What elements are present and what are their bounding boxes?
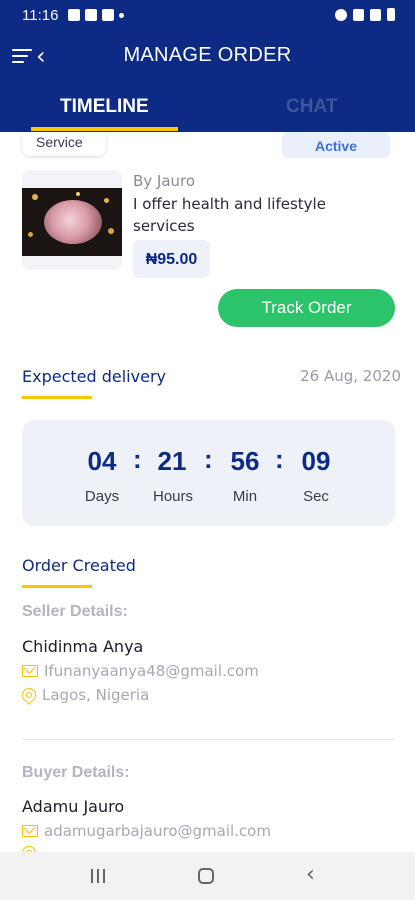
tab-bar: TIMELINE CHAT bbox=[0, 82, 415, 132]
countdown-separator: : bbox=[275, 444, 284, 474]
teams-icon bbox=[85, 9, 97, 21]
countdown-timer: 04 : 21 : 56 : 09 Days Hours Min Sec bbox=[22, 420, 395, 526]
status-badge: Active bbox=[282, 132, 390, 158]
page-title: MANAGE ORDER bbox=[123, 44, 292, 66]
location-pin-icon bbox=[19, 843, 39, 852]
mail-icon bbox=[22, 665, 38, 677]
active-tab-indicator bbox=[31, 127, 178, 131]
app-bar: ‹ MANAGE ORDER bbox=[0, 32, 415, 82]
battery-icon bbox=[387, 8, 395, 21]
seller-byline: By Jauro bbox=[133, 172, 196, 190]
service-description: I offer health and lifestyle services bbox=[133, 195, 326, 235]
service-thumbnail-card bbox=[22, 170, 122, 270]
recents-icon[interactable] bbox=[91, 869, 105, 883]
countdown-min-value: 56 bbox=[230, 446, 260, 476]
price-tag: ₦95.00 bbox=[133, 240, 210, 278]
location-pin-icon bbox=[19, 685, 39, 705]
countdown-separator: : bbox=[204, 444, 213, 474]
alarm-icon bbox=[335, 8, 347, 21]
divider bbox=[22, 739, 395, 740]
nav-back-icon[interactable]: ‹ bbox=[306, 864, 315, 886]
expected-delivery-heading: Expected delivery bbox=[22, 367, 166, 386]
delivery-date: 26 Aug, 2020 bbox=[300, 367, 401, 385]
countdown-separator: : bbox=[133, 444, 142, 474]
countdown-days-value: 04 bbox=[87, 446, 117, 476]
seller-details-heading: Seller Details: bbox=[22, 603, 128, 620]
system-icons bbox=[335, 8, 395, 21]
signal-icon bbox=[370, 8, 381, 21]
notification-icons bbox=[68, 9, 124, 21]
buyer-email-row: adamugarbajauro@gmail.com bbox=[22, 822, 271, 840]
seller-name: Chidinma Anya bbox=[22, 637, 144, 656]
countdown-sec-label: Sec bbox=[303, 488, 329, 505]
status-time: 11:16 bbox=[22, 7, 59, 24]
gallery-icon bbox=[68, 9, 80, 21]
buyer-name: Adamu Jauro bbox=[22, 797, 125, 816]
tab-timeline[interactable]: TIMELINE bbox=[60, 96, 149, 118]
home-icon[interactable] bbox=[198, 868, 214, 884]
countdown-min-label: Min bbox=[232, 488, 258, 505]
buyer-email[interactable]: adamugarbajauro@gmail.com bbox=[44, 822, 271, 840]
system-navigation-bar: ‹ bbox=[0, 852, 415, 900]
seller-email[interactable]: Ifunanyaanya48@gmail.com bbox=[44, 662, 259, 680]
track-order-button[interactable]: Track Order bbox=[218, 289, 395, 327]
seller-email-row: Ifunanyaanya48@gmail.com bbox=[22, 662, 259, 680]
more-notifications-icon bbox=[119, 13, 124, 18]
tab-chat[interactable]: CHAT bbox=[286, 96, 337, 118]
message-icon bbox=[102, 9, 114, 21]
status-bar: 11:16 bbox=[0, 0, 415, 32]
mail-icon bbox=[22, 825, 38, 837]
wifi-icon bbox=[353, 8, 364, 21]
order-created-heading: Order Created bbox=[22, 556, 136, 575]
seller-location: Lagos, Nigeria bbox=[42, 686, 150, 704]
section-underline bbox=[22, 396, 92, 399]
timeline-content[interactable]: Service Active By Jauro I offer health a… bbox=[0, 132, 415, 852]
section-underline bbox=[22, 585, 92, 588]
seller-location-row: Lagos, Nigeria bbox=[19, 685, 150, 705]
service-image bbox=[22, 188, 122, 256]
buyer-details-heading: Buyer Details: bbox=[22, 764, 130, 781]
countdown-sec-value: 09 bbox=[301, 446, 331, 476]
countdown-hours-label: Hours bbox=[152, 488, 193, 505]
countdown-hours-value: 21 bbox=[157, 446, 187, 476]
countdown-days-label: Days bbox=[84, 488, 120, 505]
category-chip: Service bbox=[22, 132, 106, 156]
